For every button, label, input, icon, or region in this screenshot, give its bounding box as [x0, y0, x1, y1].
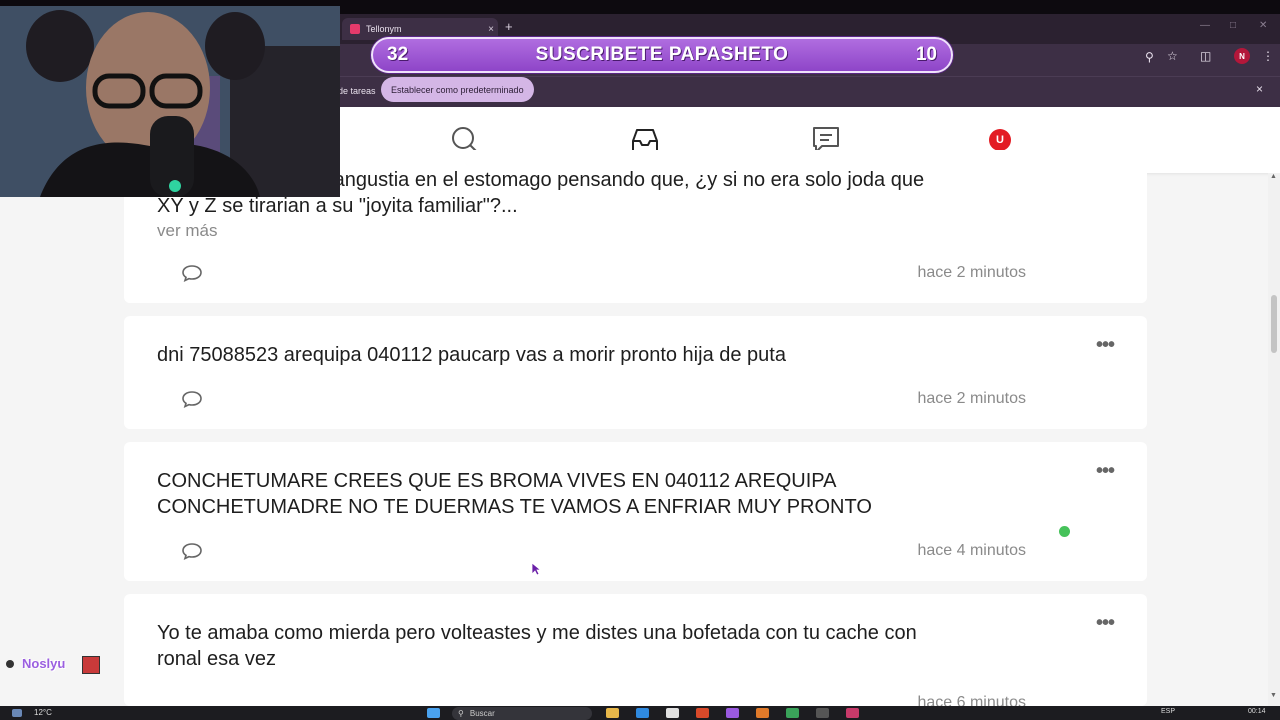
- infobar-text: de tareas: [338, 86, 376, 96]
- browser-profile-avatar[interactable]: N: [1234, 48, 1250, 64]
- taskbar-search[interactable]: ⚲ Buscar: [452, 707, 592, 720]
- comment-icon[interactable]: [181, 390, 203, 408]
- start-icon[interactable]: [427, 708, 440, 718]
- more-options-icon[interactable]: •••: [1096, 460, 1115, 483]
- browser-menu-icon[interactable]: ⋮: [1262, 49, 1274, 63]
- set-default-button[interactable]: Establecer como predeterminado: [381, 77, 534, 102]
- scroll-down-icon[interactable]: ▼: [1270, 692, 1277, 699]
- comment-icon[interactable]: [181, 542, 203, 560]
- profile-avatar[interactable]: U: [989, 129, 1011, 151]
- weather-temperature: 12°C: [34, 708, 52, 717]
- app-icon[interactable]: [786, 708, 799, 718]
- webcam-overlay: [0, 6, 340, 197]
- tell-text: e angustia en el estomago pensando que, …: [317, 169, 925, 191]
- store-icon[interactable]: [666, 708, 679, 718]
- maximize-icon[interactable]: □: [1230, 20, 1236, 31]
- tell-text: CONCHETUMADRE NO TE DUERMAS TE VAMOS A E…: [157, 496, 872, 518]
- stream-banner: 32 SUSCRIBETE PAPASHETO 10: [371, 37, 953, 73]
- taskbar-clock[interactable]: 00:14: [1248, 708, 1266, 715]
- page-scrollbar[interactable]: [1268, 173, 1280, 706]
- tell-timestamp: hace 2 minutos: [917, 264, 1026, 281]
- tell-text: dni 75088523 arequipa 040112 paucarp vas…: [157, 344, 786, 366]
- tell-text: ronal esa vez: [157, 648, 276, 670]
- weather-icon: [12, 709, 22, 717]
- obs-icon[interactable]: [816, 708, 829, 718]
- tell-card: Yo te amaba como mierda pero volteastes …: [124, 594, 1147, 711]
- app-icon[interactable]: [756, 708, 769, 718]
- windows-taskbar: 12°C ⚲ Buscar ESP 00:14: [0, 706, 1280, 720]
- tell-card: dni 75088523 arequipa 040112 paucarp vas…: [124, 316, 1147, 429]
- extensions-icon[interactable]: ◫: [1200, 49, 1211, 63]
- window-close-icon[interactable]: ✕: [1259, 20, 1267, 31]
- taskbar-search-placeholder: Buscar: [469, 709, 495, 718]
- tab-title: Tellonym: [366, 24, 402, 34]
- chat-avatar: [82, 656, 100, 674]
- banner-left-number: 32: [387, 44, 409, 65]
- brave-icon[interactable]: [696, 708, 709, 718]
- more-options-icon[interactable]: •••: [1096, 334, 1115, 357]
- tell-timestamp: hace 2 minutos: [917, 390, 1026, 407]
- tell-text: CONCHETUMARE CREES QUE ES BROMA VIVES EN…: [157, 470, 837, 492]
- green-emoji-icon: [1059, 526, 1070, 537]
- banner-text: SUSCRIBETE PAPASHETO: [535, 44, 789, 65]
- comment-icon[interactable]: [181, 264, 203, 282]
- tellonym-favicon-icon: [350, 24, 360, 34]
- tell-text: Yo te amaba como mierda pero volteastes …: [157, 622, 917, 644]
- keyboard-language[interactable]: ESP: [1161, 708, 1175, 715]
- see-more-link[interactable]: ver más: [157, 221, 217, 241]
- mouse-cursor-icon: [531, 562, 541, 576]
- infobar-close-icon[interactable]: ×: [1256, 82, 1263, 96]
- new-tab-button[interactable]: +: [505, 19, 513, 34]
- tell-timestamp: hace 4 minutos: [917, 542, 1026, 559]
- edge-icon[interactable]: [636, 708, 649, 718]
- tell-card: CONCHETUMARE CREES QUE ES BROMA VIVES EN…: [124, 442, 1147, 581]
- browser-app-icon[interactable]: [846, 708, 859, 718]
- scrollbar-thumb[interactable]: [1271, 295, 1277, 353]
- zoom-icon[interactable]: ⚲: [1145, 50, 1154, 64]
- more-options-icon[interactable]: •••: [1096, 612, 1115, 635]
- streamer-video: [0, 6, 340, 197]
- tab-close-icon[interactable]: ×: [484, 24, 498, 35]
- search-icon: ⚲: [458, 709, 464, 718]
- minimize-icon[interactable]: —: [1200, 20, 1210, 31]
- chat-badge-icon: [6, 660, 14, 668]
- bookmark-star-icon[interactable]: ☆: [1167, 49, 1178, 63]
- scroll-up-icon[interactable]: ▲: [1270, 173, 1277, 180]
- file-explorer-icon[interactable]: [606, 708, 619, 718]
- banner-right-number: 10: [915, 44, 937, 65]
- app-icon[interactable]: [726, 708, 739, 718]
- chat-username: Noslyu: [22, 656, 66, 671]
